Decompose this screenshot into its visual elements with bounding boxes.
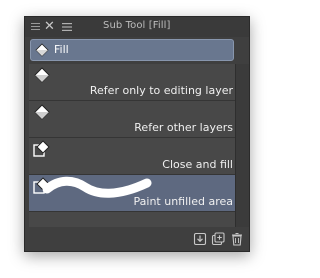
- title-bar[interactable]: ✕ Sub Tool [Fill]: [25, 17, 249, 37]
- list-item-label: Refer other layers: [134, 121, 233, 134]
- list-item-label: Close and fill: [162, 158, 233, 171]
- fill-bucket-icon: [34, 67, 50, 83]
- fill-bucket-icon: [35, 43, 49, 57]
- fill-bucket-icon: [34, 104, 50, 120]
- list-item-refer-other-layers[interactable]: Refer other layers: [29, 101, 235, 138]
- close-fill-icon: [33, 140, 50, 157]
- brush-stroke-preview: [42, 176, 152, 198]
- list-item-label: Refer only to editing layer: [89, 84, 233, 97]
- menu-icon[interactable]: [61, 21, 73, 33]
- sub-tool-list: Refer only to editing layer Refer other …: [29, 64, 235, 227]
- panel-footer: [25, 229, 249, 251]
- tool-group-label: Fill: [54, 43, 69, 56]
- close-icon[interactable]: ✕: [44, 18, 55, 36]
- import-icon[interactable]: [193, 232, 207, 246]
- tool-group-fill[interactable]: Fill: [30, 39, 234, 61]
- sub-tool-panel: ✕ Sub Tool [Fill] Fill Refer only to edi…: [24, 16, 250, 252]
- list-scrollbar[interactable]: [235, 64, 249, 227]
- grip-icon[interactable]: [31, 23, 40, 31]
- list-item-refer-editing-layer[interactable]: Refer only to editing layer: [29, 64, 235, 101]
- panel-title: Sub Tool [Fill]: [103, 20, 171, 31]
- duplicate-icon[interactable]: [211, 232, 225, 246]
- trash-icon[interactable]: [230, 232, 244, 246]
